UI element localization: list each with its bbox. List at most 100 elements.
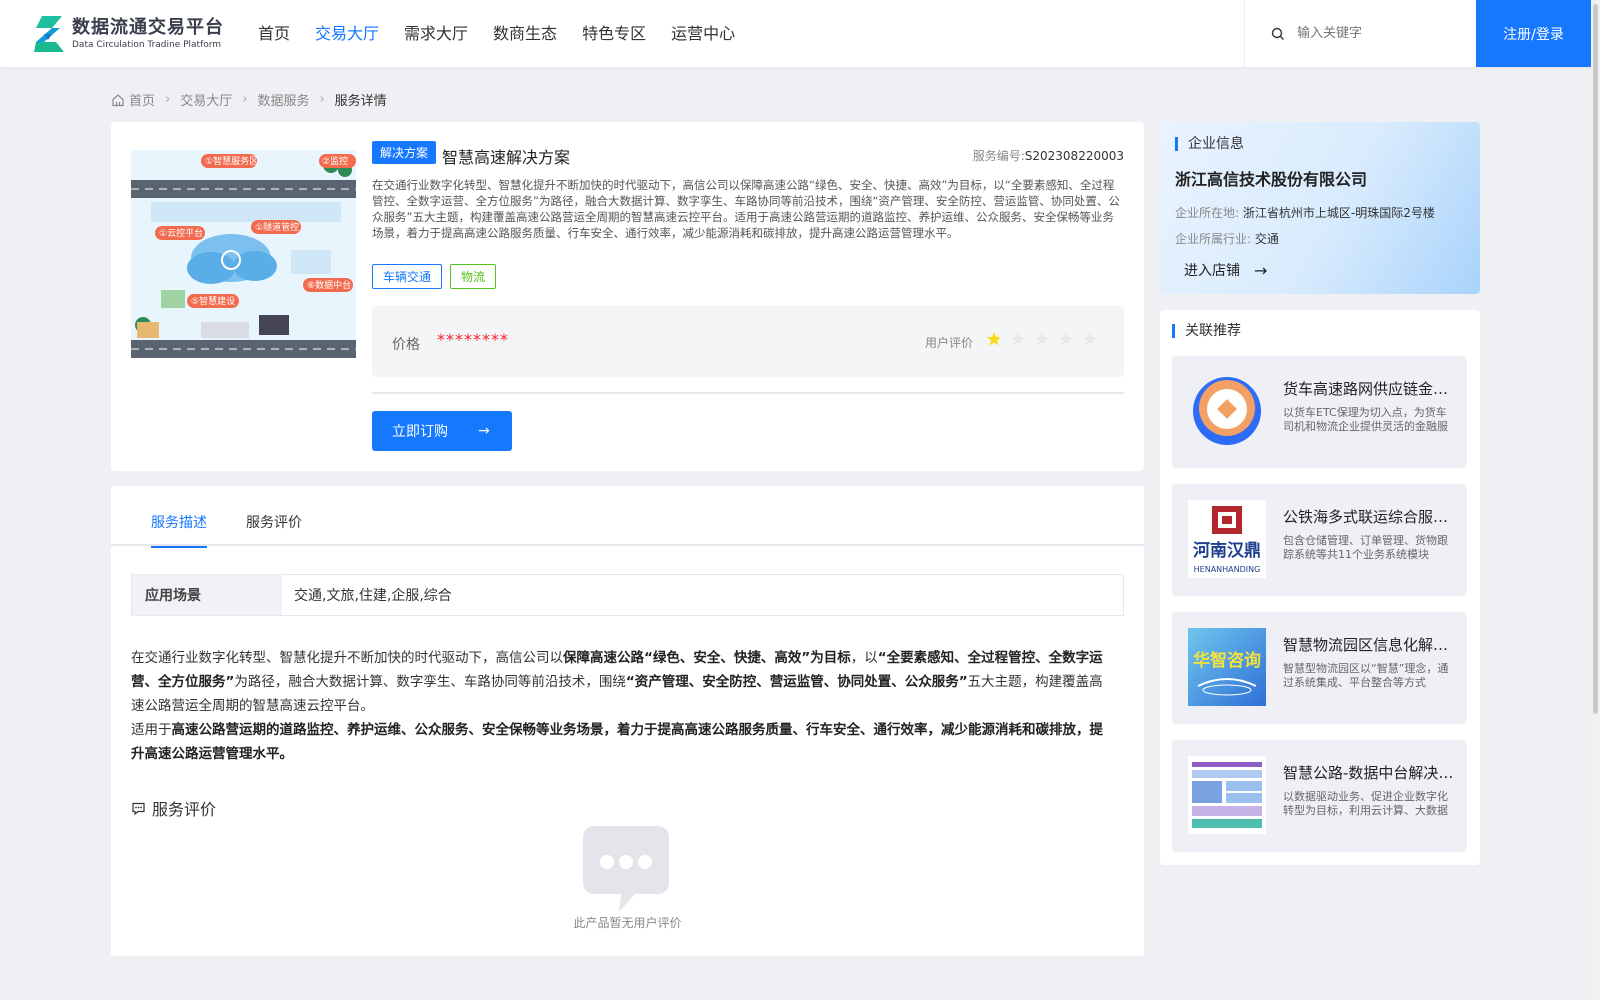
nav-trading-hall[interactable]: 交易大厅 (315, 22, 379, 46)
login-register-button[interactable]: 注册/登录 (1476, 0, 1591, 67)
image-label-cloud-control: ①云控平台 (159, 227, 203, 239)
scene-label: 应用场景 (132, 575, 282, 615)
empty-comment-icon (583, 826, 669, 912)
breadcrumb-current: 服务详情 (334, 94, 387, 109)
nav-demand-hall[interactable]: 需求大厅 (404, 22, 468, 46)
related-item[interactable]: 华智咨询 智慧物流园区信息化解决方案 智慧型物流园区以“智慧”理念，通过系统集成… (1172, 612, 1467, 724)
description-paragraph-2: 适用于高速公路营运期的道路监控、养护运维、公众服务、安全保畅等业务场景，着力于提… (131, 718, 1106, 766)
search-box (1244, 0, 1476, 67)
company-location-value: 浙江省杭州市上城区-明珠国际2号楼 (1242, 206, 1435, 220)
rating-label: 用户评价 (925, 336, 974, 350)
highway-illustration: ①智慧服务区 ②监控 ①云控平台 ①隧道管控 ⑤智慧建设 ⑥数据中台 (131, 150, 356, 358)
chevron-right-icon: › (165, 92, 171, 107)
thumb-text-handing: 河南汉鼎 (1193, 540, 1261, 561)
related-thumbnail: 华智咨询 (1188, 628, 1266, 706)
breadcrumb: 首页 › 交易大厅 › 数据服务 › 服务详情 (111, 90, 387, 109)
thumb-text-huazhi: 华智咨询 (1193, 650, 1261, 671)
detail-tabs: 服务描述 服务评价 (111, 486, 1144, 548)
enter-shop-label: 进入店铺 (1184, 263, 1240, 279)
related-item-desc: 包含仓储管理、订单管理、货物跟踪系统等共11个业务系统模块 (1283, 534, 1448, 561)
star-icon (1035, 332, 1049, 346)
nav-operation-center[interactable]: 运营中心 (671, 22, 735, 46)
description-segment: 适用于 (131, 722, 172, 738)
data-platform-diagram-icon (1188, 756, 1266, 834)
nav-home[interactable]: 首页 (258, 22, 290, 46)
enter-shop-button[interactable]: 进入店铺 → (1184, 260, 1267, 280)
related-item-title: 智慧公路-数据中台解决方案 (1283, 764, 1455, 782)
tab-service-description[interactable]: 服务描述 (151, 512, 207, 548)
empty-review-text: 此产品暂无用户评价 (573, 916, 682, 930)
home-icon (112, 93, 124, 106)
star-icon (1083, 332, 1097, 346)
logo-subtitle: Data Circulation Tradine Platform (72, 40, 222, 50)
related-item-title: 货车高速路网供应链金融服务 (1283, 380, 1455, 398)
related-item[interactable]: 货车高速路网供应链金融服务 以货车ETC保理为切入点，为货车司机和物流企业提供灵… (1172, 356, 1467, 468)
divider (372, 392, 1124, 394)
arrow-right-icon: → (1254, 260, 1268, 280)
description-segment: 高速公路营运期的道路监控、养护运维、公众服务、安全保畅等业务场景，着力于提高高速… (131, 722, 1103, 762)
star-icon (1011, 332, 1025, 346)
product-title: 智慧高速解决方案 (442, 148, 571, 167)
related-item-title: 智慧物流园区信息化解决方案 (1283, 636, 1455, 654)
description-segment: 在交通行业数字化转型、智慧化提升不断加快的时代驱动下，高信公司以 (131, 650, 563, 666)
image-label-service-area: ①智慧服务区 (205, 155, 258, 167)
company-location: 企业所在地: 浙江省杭州市上城区-明珠国际2号楼 (1175, 204, 1435, 221)
related-item[interactable]: 河南汉鼎 HENANHANDING 公铁海多式联运综合服务平台 包含仓储管理、订… (1172, 484, 1467, 596)
breadcrumb-home[interactable]: 首页 (129, 90, 155, 109)
comment-icon (132, 802, 145, 815)
product-card: ①智慧服务区 ②监控 ①云控平台 ①隧道管控 ⑤智慧建设 ⑥数据中台 解决方案 … (111, 122, 1144, 471)
related-item-title: 公铁海多式联运综合服务平台 (1283, 508, 1455, 526)
logo-title: 数据流通交易平台 (72, 17, 224, 38)
nav-ecosystem[interactable]: 数商生态 (493, 22, 557, 46)
detail-card: 服务描述 服务评价 应用场景 交通,文旅,住建,企服,综合 在交通行业数字化转型… (111, 486, 1144, 956)
service-type-badge: 解决方案 (372, 141, 437, 164)
image-label-construction: ⑤智慧建设 (191, 295, 235, 307)
search-input[interactable] (1297, 26, 1467, 41)
application-scene-table: 应用场景 交通,文旅,住建,企服,综合 (131, 574, 1124, 616)
breadcrumb-trading-hall[interactable]: 交易大厅 (180, 90, 232, 109)
scrollbar-thumb[interactable] (1593, 4, 1598, 714)
main-nav: 首页 交易大厅 需求大厅 数商生态 特色专区 运营中心 (258, 22, 760, 46)
order-now-button[interactable]: 立即订购 → (372, 411, 512, 451)
service-description-text: 在交通行业数字化转型、智慧化提升不断加快的时代驱动下，高信公司以保障高速公路“绿… (131, 646, 1106, 766)
service-number: 服务编号:S202308220003 (973, 147, 1124, 164)
thumb-subtext-handing: HENANHANDING (1194, 565, 1261, 574)
description-segment: ，以 (850, 650, 878, 666)
related-recommendations: 关联推荐 货车高速路网供应链金融服务 以货车ETC保理为切入点，为货车司机和物流… (1160, 310, 1480, 865)
description-segment: 为路径，融合大数据计算、数字孪生、车路协同等前沿技术，围绕 (234, 674, 626, 690)
page-scrollbar[interactable] (1591, 0, 1600, 1000)
company-industry: 企业所属行业: 交通 (1175, 230, 1279, 247)
company-section-title: 企业信息 (1175, 137, 1244, 151)
order-now-label: 立即订购 (392, 424, 448, 440)
site-logo[interactable]: 数据流通交易平台 Data Circulation Tradine Platfo… (30, 14, 224, 54)
huazhi-logo-icon: 华智咨询 (1188, 628, 1266, 706)
ring-logo-icon (1193, 377, 1261, 445)
search-icon[interactable] (1271, 27, 1285, 41)
product-image: ①智慧服务区 ②监控 ①云控平台 ①隧道管控 ⑤智慧建设 ⑥数据中台 (131, 150, 356, 358)
product-tags: 车辆交通 物流 (372, 264, 504, 289)
rating-stars (986, 331, 1106, 347)
arrow-right-icon: → (478, 423, 490, 439)
related-item[interactable]: 智慧公路-数据中台解决方案 以数据驱动业务、促进企业数字化转型为目标，利用云计算… (1172, 740, 1467, 852)
image-label-monitor: ②监控 (322, 155, 348, 167)
nav-special-zone[interactable]: 特色专区 (582, 22, 646, 46)
chevron-right-icon: › (242, 92, 248, 107)
tag-logistics[interactable]: 物流 (450, 264, 497, 289)
company-name: 浙江高信技术股份有限公司 (1175, 170, 1368, 189)
tag-vehicle-traffic[interactable]: 车辆交通 (372, 264, 443, 289)
price-value: ******** (437, 330, 509, 349)
top-header: 数据流通交易平台 Data Circulation Tradine Platfo… (0, 0, 1600, 67)
breadcrumb-data-service[interactable]: 数据服务 (257, 90, 309, 109)
service-number-label: 服务编号: (972, 149, 1025, 163)
description-segment: “资产管理、安全防控、营运监管、协同处置、公众服务” (625, 674, 968, 690)
company-industry-label: 企业所属行业: (1175, 232, 1252, 246)
handing-logo-icon: 河南汉鼎 HENANHANDING (1188, 500, 1266, 578)
price-label: 价格 (392, 337, 420, 353)
chevron-right-icon: › (319, 92, 325, 107)
review-section-label: 服务评价 (152, 800, 217, 819)
tab-service-review[interactable]: 服务评价 (246, 512, 302, 546)
related-thumbnail (1188, 756, 1266, 834)
related-thumbnail (1188, 372, 1266, 450)
star-icon (987, 332, 1001, 346)
related-item-desc: 智慧型物流园区以“智慧”理念，通过系统集成、平台整合等方式 (1283, 662, 1449, 689)
